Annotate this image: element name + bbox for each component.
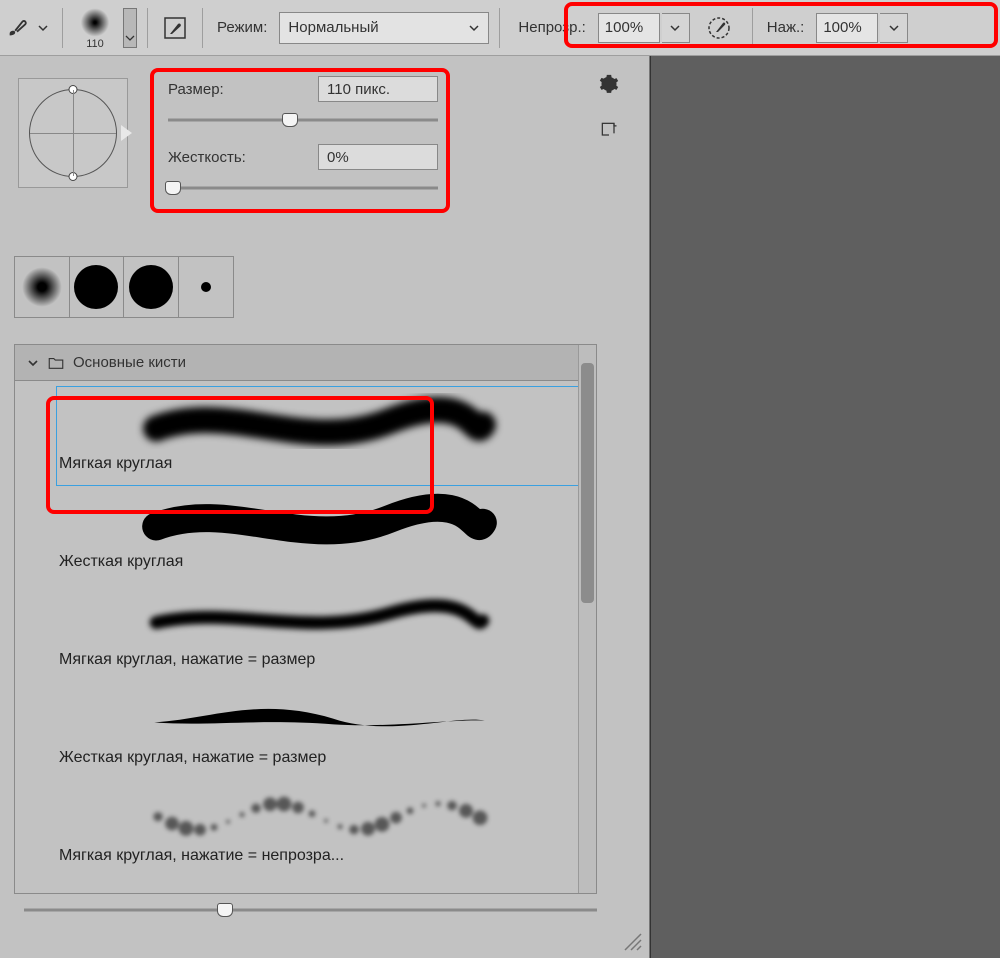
opacity-label: Непрозр.: <box>518 19 585 36</box>
brush-item[interactable]: Жесткая круглая <box>57 485 582 583</box>
recent-brush-3[interactable] <box>124 257 179 317</box>
separator <box>499 8 500 48</box>
separator <box>202 8 203 48</box>
chevron-down-icon <box>669 22 681 34</box>
slider-track <box>168 187 438 190</box>
canvas[interactable] <box>650 56 1000 958</box>
recent-brushes-strip <box>14 256 234 318</box>
brush-name: Мягкая круглая, нажатие = размер <box>59 651 580 669</box>
panel-option-icons <box>599 74 619 144</box>
slider-thumb[interactable] <box>282 113 298 127</box>
brush-list-scrollbar[interactable] <box>578 345 596 893</box>
slider-track <box>24 909 597 912</box>
brush-name: Мягкая круглая, нажатие = непрозра... <box>59 847 580 865</box>
separator <box>147 8 148 48</box>
brush-stroke-preview <box>59 687 580 743</box>
brush-preset-picker-toggle[interactable] <box>123 8 137 48</box>
brush-preview-size-slider[interactable] <box>24 902 597 918</box>
soft-round-icon <box>22 267 62 307</box>
folder-icon <box>47 354 65 372</box>
scrollbar-thumb[interactable] <box>581 363 594 603</box>
blend-mode-label: Режим: <box>217 19 267 36</box>
separator <box>752 8 753 48</box>
recent-brush-1[interactable] <box>15 257 70 317</box>
slider-track <box>168 119 438 122</box>
brush-name: Жесткая круглая <box>59 553 580 571</box>
hard-round-icon <box>74 265 118 309</box>
blend-mode-value: Нормальный <box>288 19 378 36</box>
hardness-slider[interactable] <box>168 180 438 196</box>
brush-item[interactable]: Мягкая круглая, нажатие = размер <box>57 583 582 681</box>
brush-preset-panel: Размер: 110 пикс. Жесткость: 0% <box>0 56 650 958</box>
size-slider[interactable] <box>168 112 438 128</box>
angle-handle-bottom[interactable] <box>69 172 78 181</box>
brush-stroke-preview <box>59 589 580 645</box>
brush-list: Основные кисти Мягкая круглая Жесткая кру… <box>14 344 597 894</box>
brush-group-header[interactable]: Основные кисти <box>15 345 596 381</box>
brush-preview-dot <box>78 6 112 39</box>
size-input[interactable]: 110 пикс. <box>318 76 438 102</box>
brush-size-hardness-box: Размер: 110 пикс. Жесткость: 0% <box>158 70 448 206</box>
chevron-down-icon <box>27 357 39 369</box>
tiny-round-icon <box>201 282 211 292</box>
brush-stroke-preview <box>59 491 580 547</box>
brush-item[interactable]: Мягкая круглая, нажатие = непрозра... <box>57 779 582 877</box>
flow-input[interactable]: 100% <box>816 13 878 43</box>
angle-circle[interactable] <box>29 89 117 177</box>
opacity-dropdown[interactable] <box>662 13 690 43</box>
tool-preset-dropdown[interactable] <box>34 19 52 37</box>
brush-stroke-preview <box>59 785 580 841</box>
recent-brush-2[interactable] <box>70 257 125 317</box>
brush-name: Жесткая круглая, нажатие = размер <box>59 749 580 767</box>
gear-icon[interactable] <box>599 74 619 98</box>
brush-settings-panel-button[interactable] <box>158 11 192 45</box>
brush-item[interactable]: Жесткая круглая, нажатие = размер <box>57 681 582 779</box>
flow-dropdown[interactable] <box>880 13 908 43</box>
pressure-opacity-toggle[interactable] <box>702 11 736 45</box>
flow-label: Наж.: <box>767 19 805 36</box>
main-area: Размер: 110 пикс. Жесткость: 0% <box>0 56 1000 958</box>
brush-preview[interactable]: 110 <box>73 6 117 50</box>
angle-handle-top[interactable] <box>69 85 78 94</box>
angle-direction-arrow[interactable] <box>121 125 132 141</box>
hardness-label: Жесткость: <box>168 149 268 166</box>
hardness-input[interactable]: 0% <box>318 144 438 170</box>
slider-thumb[interactable] <box>165 181 181 195</box>
brush-group-title: Основные кисти <box>73 354 186 371</box>
opacity-input[interactable]: 100% <box>598 13 660 43</box>
panel-resize-grip[interactable] <box>621 930 643 952</box>
blend-mode-select[interactable]: Нормальный <box>279 12 489 44</box>
new-preset-icon[interactable] <box>599 120 619 144</box>
size-label: Размер: <box>168 81 268 98</box>
hard-round-icon <box>129 265 173 309</box>
brush-stroke-preview <box>59 393 580 449</box>
separator <box>62 8 63 48</box>
brush-angle-widget[interactable] <box>18 78 128 188</box>
chevron-down-icon <box>468 22 480 34</box>
recent-brush-4[interactable] <box>179 257 234 317</box>
brush-size-caption: 110 <box>86 39 104 50</box>
options-bar: 110 Режим: Нормальный Непрозр.: 100% Наж… <box>0 0 1000 56</box>
brush-tool-icon <box>6 17 28 39</box>
chevron-down-icon <box>888 22 900 34</box>
slider-thumb[interactable] <box>217 903 233 917</box>
brush-name: Мягкая круглая <box>59 455 580 473</box>
brush-item[interactable]: Мягкая круглая <box>57 387 582 485</box>
